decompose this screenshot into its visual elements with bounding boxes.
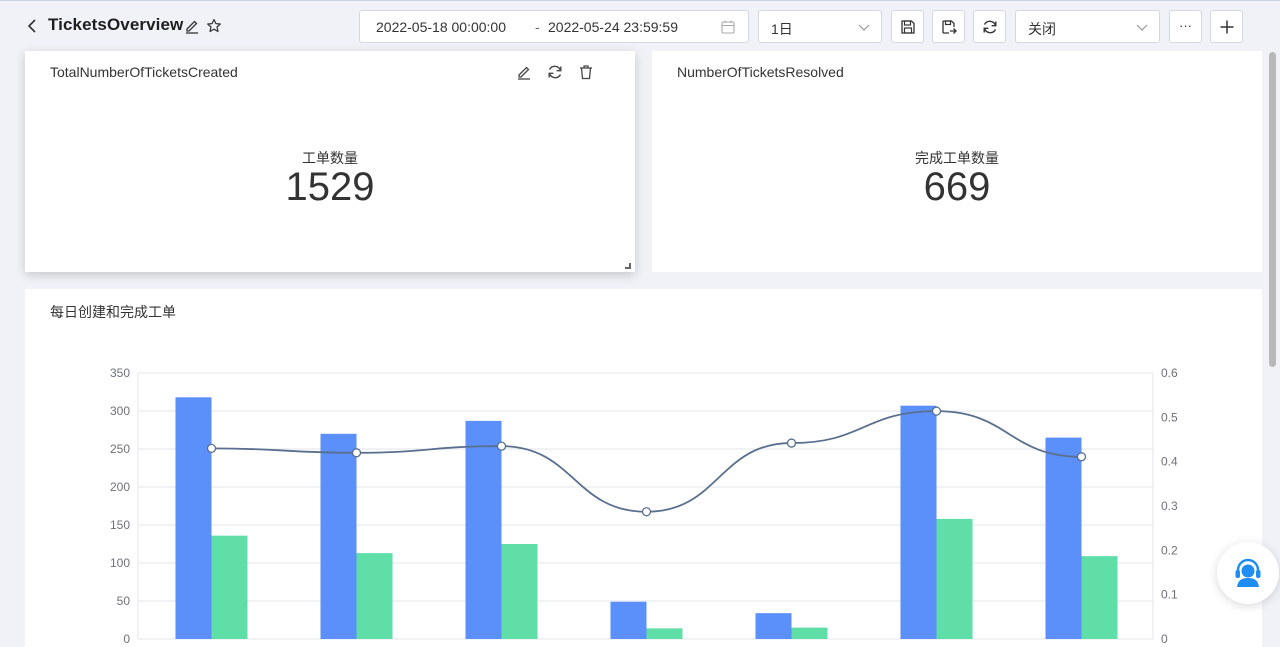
bar-created [1045,437,1082,639]
bar-resolved [791,627,828,639]
bar-created [610,601,647,639]
y-left-tick-label: 0 [123,632,130,646]
y-right-tick-label: 0.2 [1161,543,1178,557]
y-left-tick-label: 350 [110,366,130,380]
bar-resolved [936,518,973,639]
delete-icon[interactable] [577,63,595,81]
plus-icon [1220,20,1233,33]
scrollbar[interactable] [1269,52,1276,367]
y-left-tick-label: 150 [110,518,130,532]
line-point [931,406,942,416]
y-left-tick-label: 250 [110,442,130,456]
back-icon[interactable] [24,15,42,37]
y-left-tick-label: 200 [110,480,130,494]
kpi-card-tickets-resolved[interactable]: NumberOfTicketsResolved 完成工单数量 669 [652,51,1262,272]
y-right-tick-label: 0.1 [1161,588,1178,602]
edit-title-icon[interactable] [183,17,201,35]
line-point [496,441,507,451]
kpi-value: 1529 [285,165,375,209]
bar-resolved [646,628,683,639]
chart-card-daily-tickets[interactable]: 每日创建和完成工单 0 50 100 150 200 250 300 350 0 0.1 0.2 0.… [25,289,1262,647]
date-end[interactable]: 2022-05-24 23:59:59 [548,19,678,35]
save-icon [900,19,915,34]
bar-created [175,397,212,639]
calendar-icon [720,19,736,35]
y-right-tick-label: 0.5 [1161,410,1178,424]
bar-resolved [501,544,538,639]
card-title: TotalNumberOfTicketsCreated [50,64,238,80]
chevron-down-icon [1135,20,1149,34]
granularity-value: 1日 [771,21,793,37]
combo-chart: 0 50 100 150 200 250 300 350 0 0.1 0.2 0.3 0.4 0.5 0.6 [110,366,1178,646]
kpi-card-tickets-created[interactable]: TotalNumberOfTicketsCreated 工单数量 1529 [25,51,635,272]
y-right-tick-label: 0 [1161,632,1168,646]
bar-resolved [356,553,393,639]
y-right-tick-label: 0.3 [1161,499,1178,513]
bar-created [755,613,792,639]
page-title: TicketsOverview [48,15,184,34]
date-start[interactable]: 2022-05-18 00:00:00 [376,19,506,35]
add-button[interactable] [1210,10,1243,43]
line-point [1076,452,1087,462]
refresh-button[interactable] [973,10,1006,43]
headset-icon [1235,558,1261,587]
more-button[interactable]: ··· [1169,10,1202,43]
date-range-picker[interactable]: 2022-05-18 00:00:00 - 2022-05-24 23:59:5… [359,10,749,43]
auto-refresh-value: 关闭 [1028,21,1056,37]
top-bar: TicketsOverview 2022-05-18 00:00:00 - 20… [0,0,1280,50]
line-point [206,443,217,454]
y-left-tick-label: 300 [110,404,130,418]
date-separator: - [535,19,540,35]
kpi-value: 669 [923,165,991,209]
auto-refresh-select[interactable]: 关闭 [1015,10,1160,43]
chevron-down-icon [857,20,871,34]
customer-support-button[interactable] [1217,542,1279,604]
card-title: NumberOfTicketsResolved [677,64,844,80]
y-right-tick-label: 0.4 [1161,455,1178,469]
star-icon[interactable] [205,17,223,35]
edit-icon[interactable] [515,63,533,81]
line-point [786,438,797,448]
bar-resolved [211,535,248,639]
refresh-icon [983,20,996,33]
y-left-tick-label: 50 [117,594,131,608]
save-button[interactable] [891,10,924,43]
refresh-icon[interactable] [546,63,564,81]
save-as-button[interactable] [932,10,965,43]
y-right-tick-label: 0.6 [1161,366,1178,380]
bar-created [900,405,937,639]
line-point [641,507,652,517]
bar-created [465,420,502,639]
resize-handle[interactable] [625,263,631,269]
line-point [351,448,362,458]
bar-created [320,433,357,639]
y-left-tick-label: 100 [110,556,130,570]
bar-resolved [1081,556,1118,639]
granularity-select[interactable]: 1日 [758,10,882,43]
save-as-icon [941,19,957,34]
